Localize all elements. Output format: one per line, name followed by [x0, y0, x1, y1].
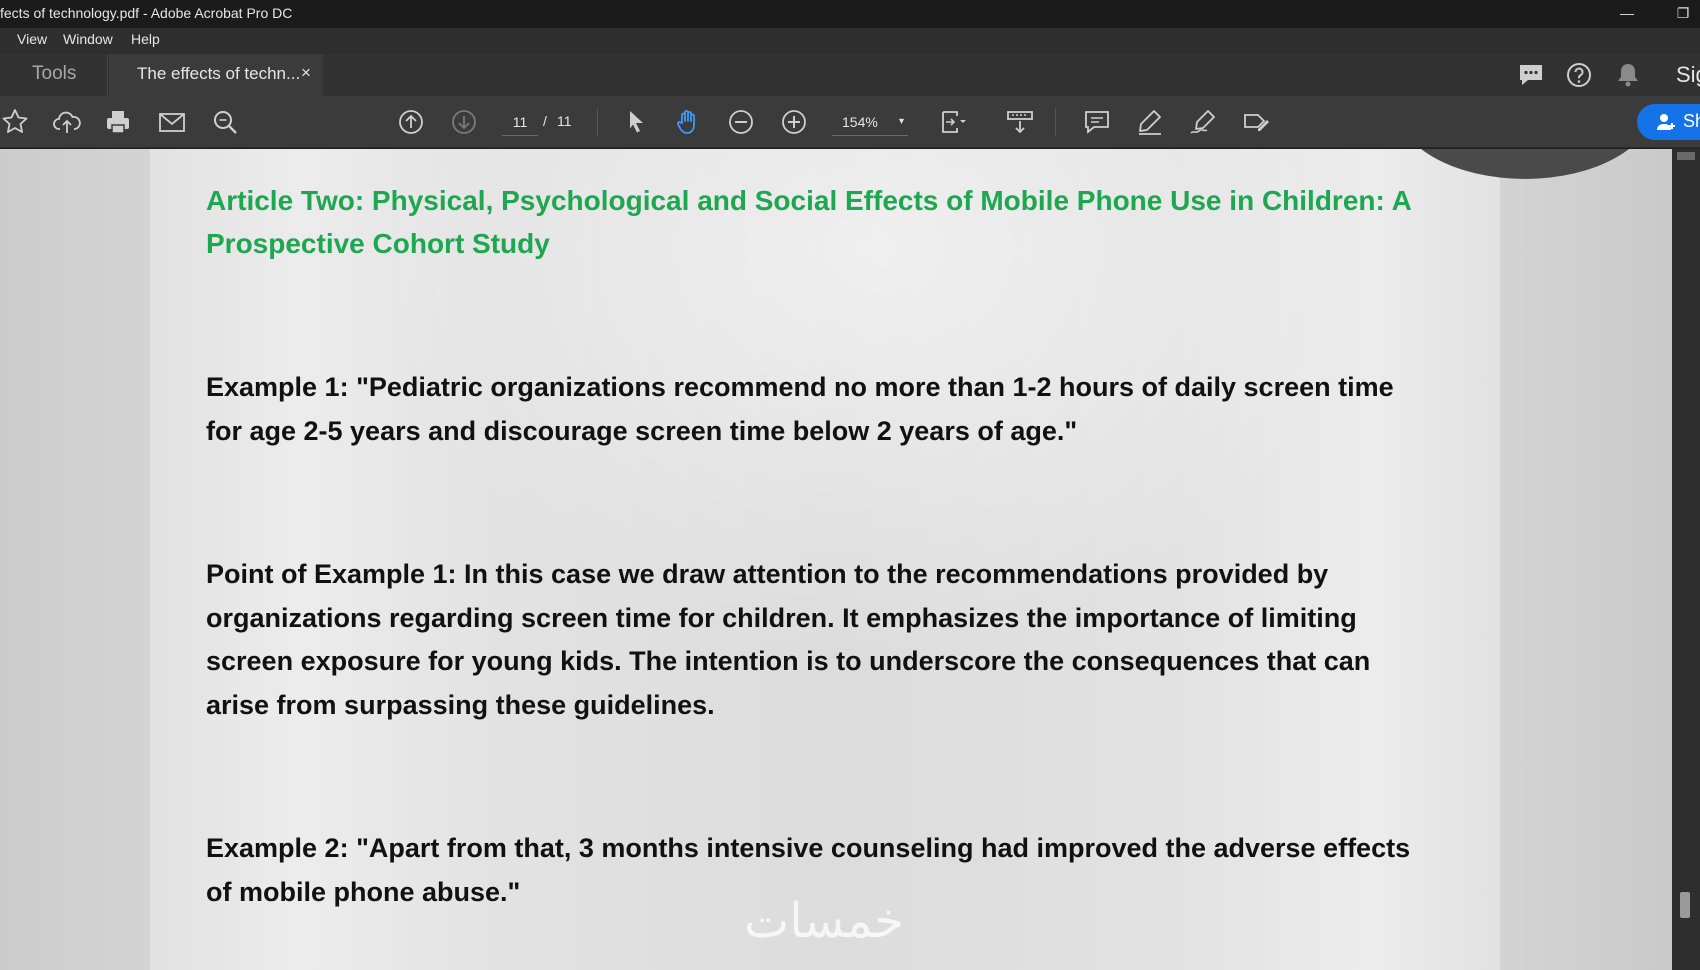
chevron-down-icon: ▾	[898, 116, 904, 127]
menu-help[interactable]: Help	[131, 31, 160, 47]
cloud-upload-icon[interactable]	[52, 107, 82, 137]
background-shelf-right	[1500, 149, 1672, 970]
email-icon[interactable]	[157, 107, 187, 137]
menu-bar: View Window Help	[0, 28, 1700, 54]
title-bar: fects of technology.pdf - Adobe Acrobat …	[0, 0, 1700, 28]
toolbar-divider	[1055, 108, 1056, 136]
fill-sign-icon[interactable]	[1241, 107, 1271, 137]
article-heading: Article Two: Physical, Psychological and…	[206, 185, 1411, 259]
zoom-in-icon[interactable]	[779, 107, 809, 137]
vertical-scrollbar[interactable]	[1672, 149, 1700, 970]
sign-pen-icon[interactable]	[1188, 107, 1218, 137]
add-comment-icon[interactable]	[1082, 107, 1112, 137]
tab-bar: Tools The effects of techn... × Sig	[0, 54, 1700, 96]
zoom-level-value: 154%	[842, 114, 878, 130]
previous-page-icon[interactable]	[396, 107, 426, 137]
zoom-out-icon[interactable]	[726, 107, 756, 137]
add-person-icon	[1657, 114, 1675, 130]
select-cursor-icon[interactable]	[621, 107, 651, 137]
tab-document-label: The effects of techn...	[137, 64, 301, 83]
page-separator: /	[543, 113, 547, 129]
example-1-paragraph: Example 1: "Pediatric organizations reco…	[206, 372, 1394, 446]
print-icon[interactable]	[103, 107, 133, 137]
tab-tools-label: Tools	[32, 63, 77, 84]
restore-button[interactable]: ❐	[1668, 2, 1698, 26]
menu-window[interactable]: Window	[63, 31, 113, 47]
toolbar-divider	[597, 108, 598, 136]
tab-document[interactable]: The effects of techn... ×	[109, 54, 323, 96]
close-tab-icon[interactable]: ×	[301, 63, 311, 83]
tab-tools[interactable]: Tools	[0, 54, 108, 96]
background-shelf-left	[0, 149, 150, 970]
page-total: 11	[557, 113, 572, 129]
highlight-pen-icon[interactable]	[1135, 107, 1165, 137]
menu-view[interactable]: View	[17, 31, 47, 47]
comment-bubble-icon[interactable]	[1516, 60, 1546, 90]
minimize-button[interactable]: —	[1612, 2, 1642, 26]
document-viewport[interactable]: Article Two: Physical, Psychological and…	[0, 149, 1672, 970]
scroll-mode-icon[interactable]	[1005, 107, 1035, 137]
scrollbar-thumb[interactable]	[1680, 892, 1690, 918]
notification-bell-icon[interactable]	[1613, 60, 1643, 90]
sign-in-link[interactable]: Sig	[1676, 62, 1700, 88]
toolbar: 11 / 11 154% ▾ Sh	[0, 96, 1700, 148]
share-button[interactable]: Sh	[1637, 104, 1700, 140]
search-icon[interactable]	[210, 107, 240, 137]
window-title: fects of technology.pdf - Adobe Acrobat …	[0, 5, 293, 21]
hand-tool-icon[interactable]	[673, 107, 703, 137]
help-icon[interactable]	[1564, 60, 1594, 90]
star-icon[interactable]	[0, 107, 30, 137]
scroll-up-arrow-icon[interactable]	[1677, 152, 1695, 160]
next-page-icon[interactable]	[449, 107, 479, 137]
point-of-example-1-paragraph: Point of Example 1: In this case we draw…	[206, 559, 1371, 720]
page-fit-icon[interactable]	[938, 107, 968, 137]
watermark-logo: خمسات	[744, 893, 905, 949]
zoom-level-select[interactable]: 154% ▾	[832, 108, 908, 136]
page-number-input[interactable]: 11	[502, 108, 538, 136]
share-button-label: Sh	[1683, 111, 1700, 131]
